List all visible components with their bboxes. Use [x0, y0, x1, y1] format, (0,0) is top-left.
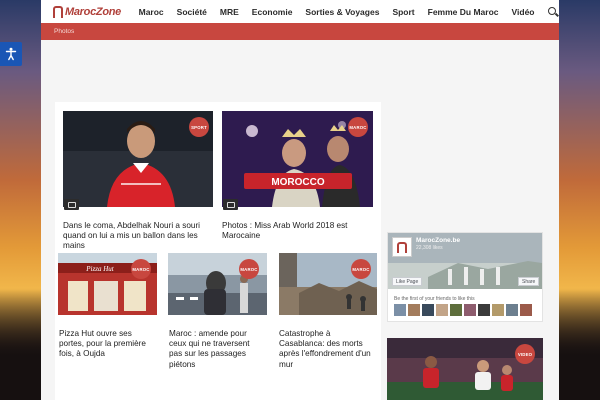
main-nav: Maroc Société MRE Economie Sorties & Voy…	[132, 0, 559, 23]
avatar[interactable]	[478, 304, 490, 316]
avatar[interactable]	[436, 304, 448, 316]
articles-grid: SPORT Dans le coma, Abdelhak Nouri a sou…	[55, 102, 381, 400]
breadcrumb: Photos	[41, 23, 559, 40]
facebook-like-count: 22,308 likes	[416, 245, 443, 251]
avatar[interactable]	[492, 304, 504, 316]
article-card[interactable]: MAROC Catastrophe à Casablanca: des mort…	[279, 253, 377, 373]
nav-item-mre[interactable]: MRE	[213, 7, 245, 17]
nav-item-economie[interactable]: Economie	[245, 7, 299, 17]
category-badge[interactable]: MAROC	[131, 259, 151, 279]
category-badge[interactable]: SPORT	[189, 117, 209, 137]
camera-icon	[223, 199, 238, 210]
facebook-page-name[interactable]: MarocZone.be	[416, 237, 460, 244]
avatar[interactable]	[408, 304, 420, 316]
category-badge[interactable]: MAROC	[348, 117, 368, 137]
friend-avatars	[394, 304, 532, 316]
article-title[interactable]: Photos : Miss Arab World 2018 est Maroca…	[222, 221, 372, 241]
page-avatar[interactable]	[392, 237, 412, 257]
logo-mark-icon	[53, 5, 63, 18]
background-silhouette-left	[0, 290, 42, 400]
banner-text: MOROCCO	[271, 177, 325, 188]
article-title[interactable]: Pizza Hut ouvre ses portes, pour la prem…	[59, 329, 155, 360]
top-navigation-bar: MarocZone Maroc Société MRE Economie Sor…	[41, 0, 559, 23]
avatar[interactable]	[464, 304, 476, 316]
article-title[interactable]: Dans le coma, Abdelhak Nouri a souri qua…	[63, 221, 213, 252]
nav-item-video[interactable]: Vidéo	[505, 7, 541, 17]
avatar[interactable]	[422, 304, 434, 316]
category-badge[interactable]: MAROC	[351, 259, 371, 279]
accessibility-icon	[5, 47, 17, 61]
facebook-like-button[interactable]: Like Page	[392, 277, 423, 286]
nav-item-sport[interactable]: Sport	[386, 7, 421, 17]
nav-item-societe[interactable]: Société	[170, 7, 213, 17]
nav-item-maroc[interactable]: Maroc	[132, 7, 170, 17]
breadcrumb-current[interactable]: Photos	[54, 28, 74, 35]
search-icon[interactable]	[547, 6, 559, 18]
nav-item-femme-du-maroc[interactable]: Femme Du Maroc	[421, 7, 505, 17]
nav-item-sorties-voyages[interactable]: Sorties & Voyages	[299, 7, 386, 17]
facebook-cover-image[interactable]: MarocZone.be 22,308 likes Like Page Shar…	[388, 233, 542, 289]
accessibility-button[interactable]	[0, 42, 22, 66]
article-card[interactable]: MOROCCO MAROC Photos : Miss Arab World 2…	[222, 111, 373, 251]
logo-text: MarocZone	[65, 5, 121, 18]
article-title[interactable]: Catastrophe à Casablanca: des morts aprè…	[279, 329, 375, 370]
storefront-sign: Pizza Hut	[85, 265, 114, 273]
avatar[interactable]	[520, 304, 532, 316]
facebook-share-button[interactable]: Share	[518, 277, 540, 286]
site-logo[interactable]: MarocZone	[41, 0, 132, 23]
facebook-friends-text: Be the first of your friends to like thi…	[394, 296, 475, 302]
article-card[interactable]: Pizza Hut MAROC Pizza Hut ouvre ses port…	[58, 253, 157, 373]
video-card[interactable]: VIDEO	[387, 338, 543, 400]
video-badge[interactable]: VIDEO	[515, 344, 535, 364]
article-card[interactable]: SPORT Dans le coma, Abdelhak Nouri a sou…	[63, 111, 213, 251]
page-container: SPORT Dans le coma, Abdelhak Nouri a sou…	[41, 40, 559, 400]
category-badge[interactable]: MAROC	[239, 259, 259, 279]
avatar[interactable]	[394, 304, 406, 316]
article-title[interactable]: Maroc : amende pour ceux qui ne traverse…	[169, 329, 265, 370]
avatar[interactable]	[450, 304, 462, 316]
background-silhouette-right	[558, 290, 600, 400]
camera-icon	[64, 199, 79, 210]
facebook-page-widget[interactable]: MarocZone.be 22,308 likes Like Page Shar…	[387, 232, 543, 322]
article-card[interactable]: MAROC Maroc : amende pour ceux qui ne tr…	[168, 253, 267, 373]
avatar[interactable]	[506, 304, 518, 316]
